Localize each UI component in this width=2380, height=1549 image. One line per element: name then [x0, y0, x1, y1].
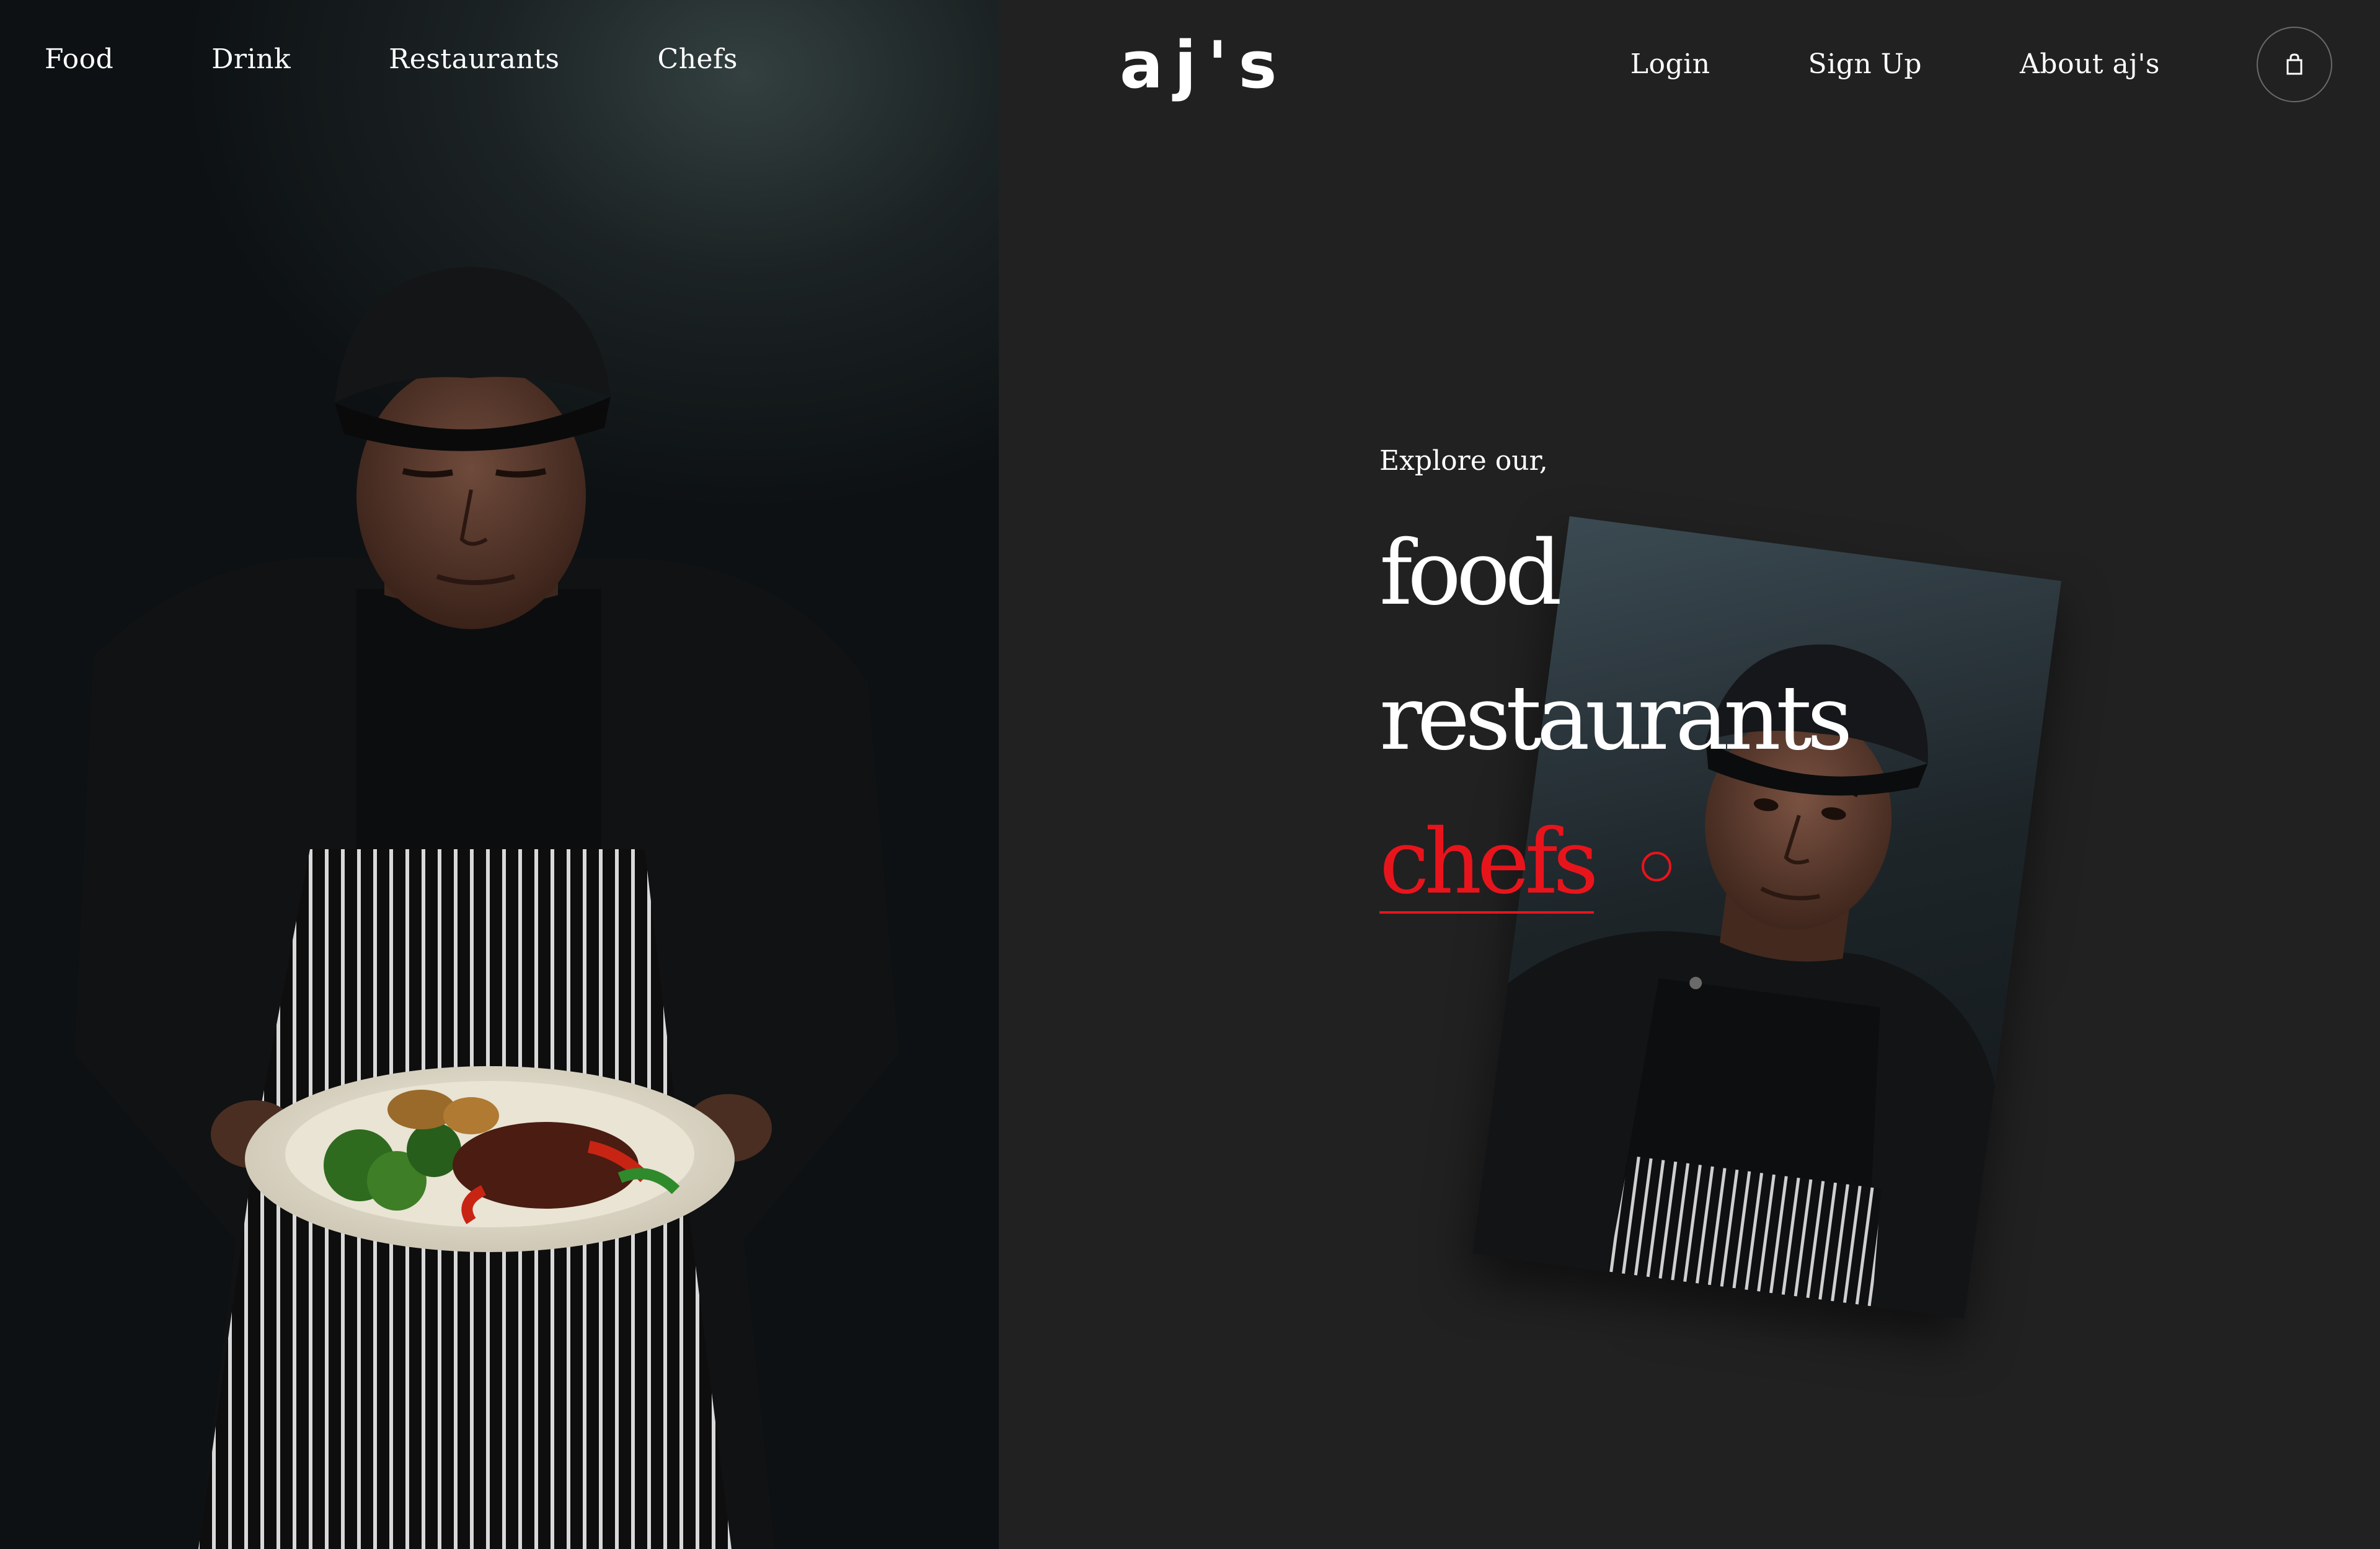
signup-link[interactable]: Sign Up [1808, 48, 1922, 80]
primary-nav: Food Drink Restaurants Chefs [45, 43, 738, 75]
hero-chef-photo [0, 0, 999, 1549]
cart-button[interactable] [2257, 27, 2332, 102]
explore-restaurants-link[interactable]: restaurants [1379, 673, 1853, 762]
explore-food-link[interactable]: food [1379, 528, 1562, 617]
chef-with-plate-illustration [74, 267, 899, 1549]
nav-food-link[interactable]: Food [45, 43, 113, 75]
nav-chefs-link[interactable]: Chefs [658, 43, 738, 75]
about-link[interactable]: About aj's [2020, 48, 2160, 80]
login-link[interactable]: Login [1630, 48, 1710, 80]
brand-logo[interactable]: aj's [1120, 27, 1288, 103]
landing-page: Food Drink Restaurants Chefs aj's Login … [0, 0, 2380, 1549]
cursor-ring [1642, 852, 1671, 881]
chef-preview-card [1472, 516, 2061, 1319]
nav-restaurants-link[interactable]: Restaurants [389, 43, 559, 75]
explore-chefs-link[interactable]: chefs [1379, 817, 1599, 914]
chef-portrait-illustration [1472, 644, 1995, 1319]
shopping-bag-icon [2286, 53, 2303, 75]
explore-kicker: Explore our, [1379, 445, 1548, 477]
account-nav: Login Sign Up About aj's [1630, 48, 2160, 80]
nav-drink-link[interactable]: Drink [211, 43, 291, 75]
